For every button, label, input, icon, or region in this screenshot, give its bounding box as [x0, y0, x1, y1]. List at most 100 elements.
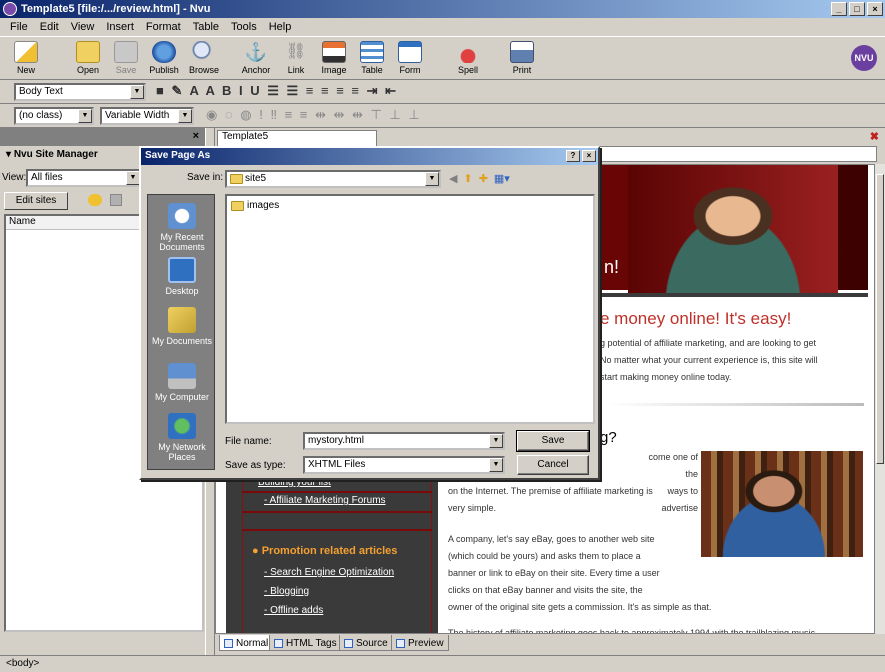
layout-format-buttons[interactable]: ◉ ◌ ◍ ! ‼ ≡ ≡ ⇹ ⇹ ⇹ ⊤ ⊥ ⊥: [206, 107, 422, 123]
view-menu-icon[interactable]: ▦▾: [494, 172, 510, 185]
save-as-type-select[interactable]: XHTML Files ▼: [303, 456, 505, 474]
status-bar: <body>: [0, 655, 885, 672]
format-toolbar-2: (no class) ▼ Variable Width ▼ ◉ ◌ ◍ ! ‼ …: [0, 104, 885, 128]
chevron-down-icon: ▼: [78, 109, 92, 123]
tab-template5[interactable]: Template5: [217, 130, 377, 146]
open-icon: [76, 41, 100, 63]
banner-photo: [628, 165, 838, 293]
browse-icon: [192, 41, 216, 63]
place-my-recent-documents[interactable]: My Recent Documents: [148, 203, 216, 252]
print-icon: [510, 41, 534, 63]
view-select[interactable]: All files ▼: [26, 169, 142, 187]
spell-icon: [456, 41, 480, 63]
publish-button[interactable]: Publish: [142, 41, 186, 75]
document-tab-bar: Template5 ✖: [215, 128, 885, 146]
save-in-label: Save in:: [187, 172, 224, 183]
close-window-button[interactable]: ×: [867, 2, 883, 16]
save-as-type-label: Save as type:: [225, 460, 286, 471]
refresh-icon[interactable]: [88, 194, 102, 206]
form-icon: [398, 41, 422, 63]
menu-edit[interactable]: Edit: [34, 21, 65, 33]
anchor-button[interactable]: ⚓ Anchor: [234, 41, 278, 75]
menu-tools[interactable]: Tools: [225, 21, 263, 33]
spell-button[interactable]: Spell: [446, 41, 490, 75]
dialog-nav-icons: ◀ ⬆ ✚ ▦▾: [449, 172, 510, 185]
close-tab-icon[interactable]: ✖: [870, 130, 879, 143]
new-button[interactable]: New: [4, 41, 48, 75]
file-item-images[interactable]: images: [231, 200, 279, 211]
menu-view[interactable]: View: [65, 21, 101, 33]
help-button[interactable]: ?: [566, 150, 580, 162]
normal-mode-icon: [224, 638, 233, 648]
save-dialog-button[interactable]: Save: [516, 430, 590, 452]
my-documents-icon: [168, 307, 196, 333]
tab-normal[interactable]: Normal: [219, 635, 274, 651]
edit-mode-tabs: Normal HTML Tags Source Preview: [215, 634, 885, 654]
editor-vertical-scrollbar[interactable]: [875, 164, 885, 634]
print-button[interactable]: Print: [500, 41, 544, 75]
chevron-down-icon: ▼: [178, 109, 192, 123]
chevron-down-icon: ▼: [126, 171, 140, 185]
class-select[interactable]: (no class) ▼: [14, 107, 94, 125]
format-toolbar-1: Body Text ▼ ■ ✎ A A B I U ☰ ☰ ≡ ≡ ≡ ≡ ⇥ …: [0, 80, 885, 104]
preview-icon: [396, 638, 405, 648]
nav-link-blogging[interactable]: - Blogging: [264, 586, 309, 597]
menu-file[interactable]: File: [4, 21, 34, 33]
save-icon: [114, 41, 138, 63]
up-folder-icon[interactable]: ⬆: [463, 172, 472, 185]
menu-table[interactable]: Table: [187, 21, 225, 33]
close-panel-icon[interactable]: ×: [193, 130, 199, 142]
my-computer-icon: [168, 363, 196, 389]
nvu-app-icon: [3, 2, 17, 16]
place-my-network-places[interactable]: My Network Places: [148, 413, 216, 462]
tab-preview[interactable]: Preview: [391, 635, 449, 651]
publish-site-icon[interactable]: [110, 194, 122, 206]
anchor-icon: ⚓: [244, 42, 268, 62]
nav-link-seo[interactable]: - Search Engine Optimization: [264, 567, 394, 578]
nav-separator: [242, 529, 432, 531]
maximize-button[interactable]: □: [849, 2, 865, 16]
scrollbar-thumb[interactable]: [876, 174, 884, 464]
nav-link-forums[interactable]: - Affiliate Marketing Forums: [264, 495, 386, 506]
save-in-select[interactable]: site5 ▼: [225, 170, 441, 188]
paragraph-style-select[interactable]: Body Text ▼: [14, 83, 146, 101]
back-icon[interactable]: ◀: [449, 172, 457, 185]
source-icon: [344, 638, 353, 648]
section-heading: g?: [600, 429, 617, 446]
file-name-label: File name:: [225, 436, 272, 447]
section-divider: [606, 403, 864, 406]
place-my-computer[interactable]: My Computer: [148, 363, 216, 402]
menu-format[interactable]: Format: [140, 21, 187, 33]
new-folder-icon[interactable]: ✚: [479, 172, 488, 185]
places-bar: My Recent Documents Desktop My Documents…: [147, 194, 215, 470]
close-dialog-button[interactable]: ×: [582, 150, 596, 162]
text-format-buttons[interactable]: ■ ✎ A A B I U ☰ ☰ ≡ ≡ ≡ ≡ ⇥ ⇤: [156, 83, 398, 99]
dialog-titlebar[interactable]: Save Page As ? ×: [141, 148, 598, 165]
publish-icon: [152, 41, 176, 63]
cancel-dialog-button[interactable]: Cancel: [517, 455, 589, 475]
file-name-input[interactable]: mystory.html ▼: [303, 432, 505, 450]
edit-sites-button[interactable]: Edit sites: [4, 192, 68, 210]
file-list[interactable]: images: [225, 194, 595, 424]
nav-link-offline-adds[interactable]: - Offline adds: [264, 605, 323, 616]
place-my-documents[interactable]: My Documents: [148, 307, 216, 346]
menu-help[interactable]: Help: [263, 21, 298, 33]
nav-separator: [242, 511, 432, 513]
window-titlebar: Template5 [file:/.../review.html] - Nvu …: [0, 0, 885, 18]
tab-source[interactable]: Source: [339, 635, 393, 651]
font-select[interactable]: Variable Width ▼: [100, 107, 194, 125]
desktop-icon: [168, 257, 196, 283]
place-desktop[interactable]: Desktop: [148, 257, 216, 296]
tab-html-tags[interactable]: HTML Tags: [269, 635, 342, 651]
form-button[interactable]: Form: [388, 41, 432, 75]
composition-toolbar: New Open Save Publish Browse ⚓ Anchor ⛓ …: [0, 36, 885, 80]
image-icon: [322, 41, 346, 63]
paragraph-3: A company, let's say eBay, goes to anoth…: [448, 534, 712, 612]
status-tag[interactable]: <body>: [6, 658, 39, 669]
chevron-down-icon: ▼: [130, 85, 144, 99]
minimize-button[interactable]: _: [831, 2, 847, 16]
menu-insert[interactable]: Insert: [100, 21, 140, 33]
browse-button[interactable]: Browse: [182, 41, 226, 75]
intro-paragraph: g potential of affiliate marketing, and …: [600, 338, 818, 382]
folder-icon: [231, 201, 244, 211]
